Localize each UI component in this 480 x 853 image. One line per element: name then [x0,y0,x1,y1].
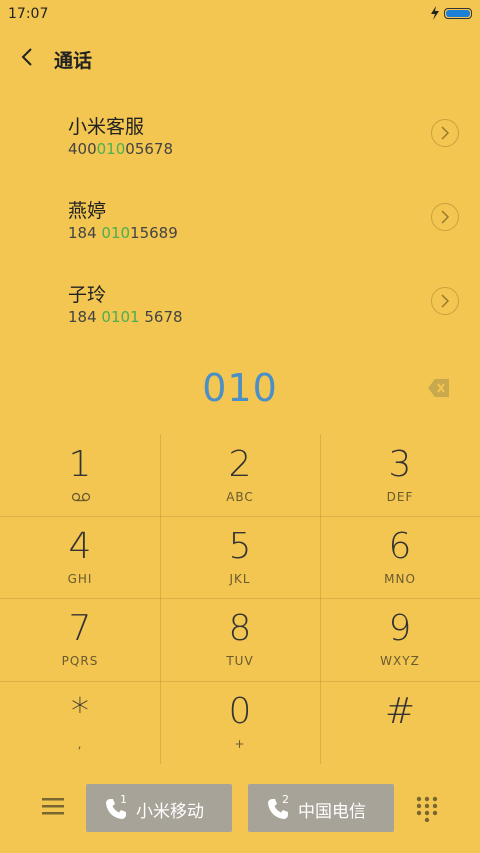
page-title: 通话 [54,50,93,72]
menu-icon[interactable] [42,796,64,816]
sim-number: 1 [120,793,127,806]
contact-item[interactable]: 子玲 184 0101 5678 [0,280,480,350]
contact-number: 184 01015689 [68,224,178,242]
contact-number: 184 0101 5678 [68,308,183,326]
contact-number: 40001005678 [68,140,173,158]
key-9[interactable]: 9 WXYZ [320,598,480,680]
chevron-right-icon [441,210,450,224]
status-time: 17:07 [8,6,49,22]
dialpad-toggle-icon[interactable] [416,796,438,822]
contact-detail-button[interactable] [431,119,459,147]
voicemail-icon [71,492,91,502]
key-2[interactable]: 2 ABC [160,434,320,516]
back-arrow-icon[interactable] [16,46,38,68]
key-7[interactable]: 7 PQRS [0,598,160,680]
contact-name: 子玲 [68,284,107,306]
key-star[interactable]: * , [0,681,160,763]
key-6[interactable]: 6 MNO [320,516,480,598]
contact-item[interactable]: 小米客服 40001005678 [0,112,480,182]
key-1[interactable]: 1 [0,434,160,516]
sim-label: 小米移动 [136,802,204,822]
charging-icon [431,6,439,20]
call-sim2-button[interactable]: 2 中国电信 [248,784,394,832]
title-bar: 通话 [0,36,480,80]
call-sim1-button[interactable]: 1 小米移动 [86,784,232,832]
sim-number: 2 [282,793,289,806]
key-hash[interactable]: # [320,681,480,763]
contact-item[interactable]: 燕婷 184 01015689 [0,196,480,266]
contact-name: 燕婷 [68,200,107,222]
key-5[interactable]: 5 JKL [160,516,320,598]
keypad: 1 2 ABC 3 DEF 4 GHI 5 JKL 6 MNO 7 PQRS 8… [0,434,480,764]
key-8[interactable]: 8 TUV [160,598,320,680]
chevron-right-icon [441,126,450,140]
key-4[interactable]: 4 GHI [0,516,160,598]
contact-detail-button[interactable] [431,203,459,231]
chevron-right-icon [441,294,450,308]
sim-label: 中国电信 [298,802,366,822]
key-0[interactable]: 0 + [160,681,320,763]
bottom-bar: 1 小米移动 2 中国电信 [0,776,480,840]
contact-detail-button[interactable] [431,287,459,315]
status-bar: 17:07 [0,0,480,28]
backspace-icon[interactable] [428,378,450,398]
dial-input[interactable]: 010 [0,366,480,410]
battery-icon [444,8,472,19]
key-3[interactable]: 3 DEF [320,434,480,516]
contact-name: 小米客服 [68,116,145,138]
